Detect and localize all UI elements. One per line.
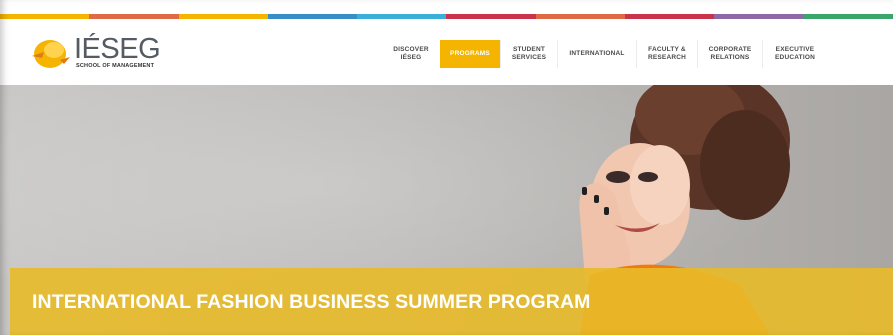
- nav-faculty-research[interactable]: FACULTY & RESEARCH: [636, 40, 697, 68]
- page: IÉSEG SCHOOL OF MANAGEMENT DISCOVER IÉSE…: [0, 0, 893, 335]
- main-nav: DISCOVER IÉSEG PROGRAMS STUDENT SERVICES…: [382, 39, 827, 69]
- ieseg-logo-icon: [32, 40, 70, 68]
- hero-title: INTERNATIONAL FASHION BUSINESS SUMMER PR…: [32, 291, 591, 313]
- hero-title-banner: INTERNATIONAL FASHION BUSINESS SUMMER PR…: [10, 268, 893, 335]
- nav-international[interactable]: INTERNATIONAL: [557, 40, 636, 68]
- nav-programs[interactable]: PROGRAMS: [440, 40, 500, 68]
- nav-student-services[interactable]: STUDENT SERVICES: [500, 40, 557, 68]
- logo-wordmark: IÉSEG: [74, 33, 161, 65]
- site-header: IÉSEG SCHOOL OF MANAGEMENT DISCOVER IÉSE…: [0, 19, 893, 85]
- logo-subtext: SCHOOL OF MANAGEMENT: [76, 63, 155, 69]
- logo-link[interactable]: IÉSEG SCHOOL OF MANAGEMENT: [30, 33, 170, 75]
- nav-corporate-relations[interactable]: CORPORATE RELATIONS: [697, 40, 762, 68]
- hero-banner: INTERNATIONAL FASHION BUSINESS SUMMER PR…: [0, 85, 893, 335]
- nav-discover-ieseg[interactable]: DISCOVER IÉSEG: [382, 40, 440, 68]
- nav-executive-education[interactable]: EXECUTIVE EDUCATION: [762, 40, 827, 68]
